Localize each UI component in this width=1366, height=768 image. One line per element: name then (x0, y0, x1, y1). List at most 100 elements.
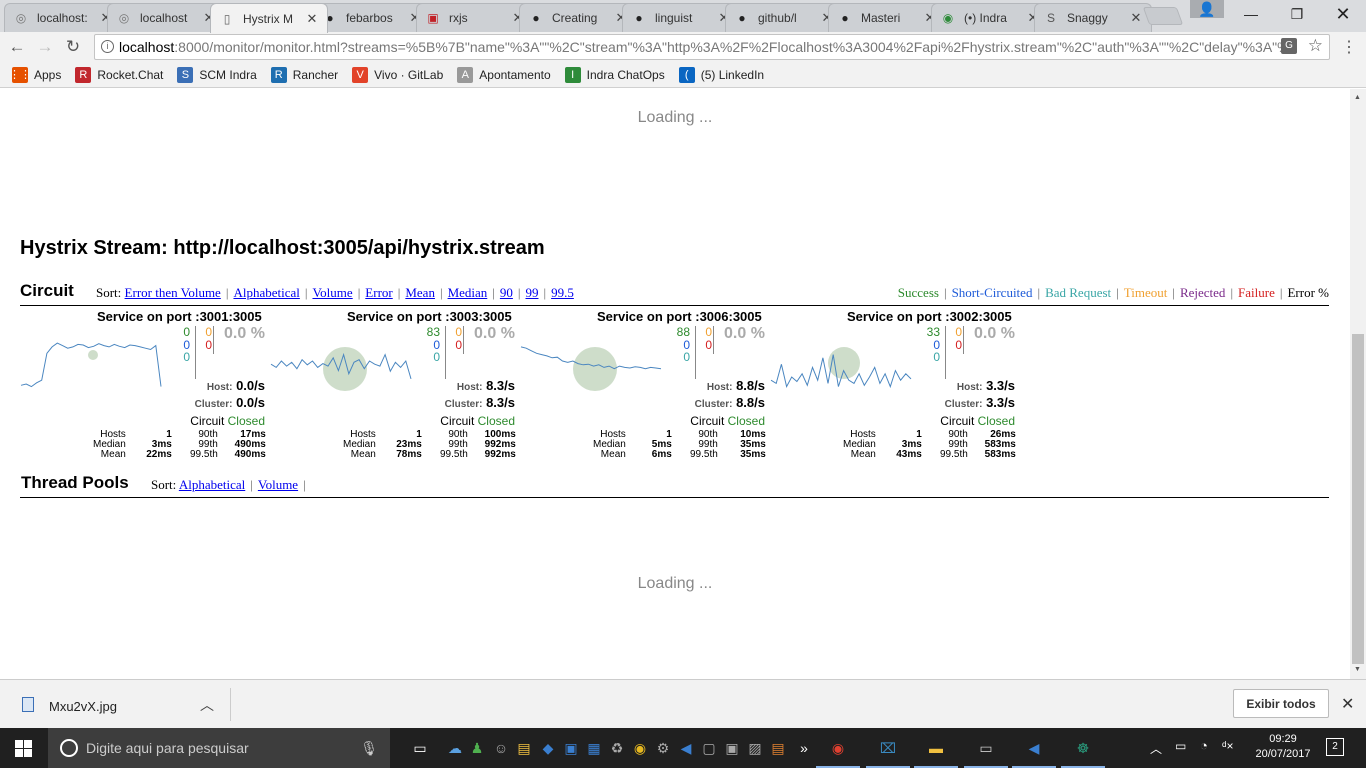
stat-value: 78ms (396, 449, 422, 460)
terminal-small-icon[interactable]: ▢ (697, 736, 721, 760)
overflow-chevron-icon[interactable]: » (792, 736, 816, 760)
user-icon[interactable]: ☺ (489, 736, 513, 760)
health-bubble[interactable] (88, 350, 98, 360)
network-icon[interactable]: ▦ (582, 736, 606, 760)
circuit-sparkline (20, 342, 162, 388)
url-path: :8000/monitor/monitor.html?streams=%5B%7… (174, 39, 1298, 55)
vscode-small-icon[interactable]: ◀ (674, 736, 698, 760)
code-editor-icon[interactable]: ⌧ (866, 736, 910, 768)
browser-tab[interactable]: ● linguist ✕ (622, 3, 740, 32)
rancher-icon: R (270, 66, 287, 83)
menu-kebab-icon[interactable]: ⋮ (1338, 36, 1360, 58)
cluster-rate-value: 3.3/s (986, 395, 1015, 410)
sort-link[interactable]: Alphabetical (233, 285, 299, 300)
circuit-divider (20, 305, 1329, 306)
sort-link[interactable]: Alphabetical (179, 477, 245, 492)
photo-icon[interactable]: ▨ (743, 736, 767, 760)
close-downloads-icon[interactable]: ✕ (1341, 694, 1354, 714)
sort-link[interactable]: Error then Volume (125, 285, 221, 300)
sort-link[interactable]: 99 (526, 285, 539, 300)
chrome-small-icon[interactable]: ◉ (628, 736, 652, 760)
show-all-downloads-button[interactable]: Exibir todos (1233, 689, 1329, 718)
browser-tab[interactable]: ◉ (•) Indra ✕ (931, 3, 1049, 32)
show-hidden-icons-icon[interactable]: ︿ (1150, 740, 1162, 757)
browser-tab[interactable]: ▣ rxjs ✕ (416, 3, 534, 32)
sort-link[interactable]: Volume (312, 285, 352, 300)
sort-link[interactable]: Mean (405, 285, 435, 300)
bookmark-star-icon[interactable]: ☆ (1308, 36, 1323, 56)
browser-tab[interactable]: ● febarbos ✕ (313, 3, 431, 32)
wifi-icon[interactable]: ◔ (1200, 738, 1208, 753)
visual-studio-code-icon[interactable]: ◀ (1012, 736, 1056, 768)
volume-icon[interactable]: ᵈ× (1222, 739, 1234, 753)
health-bubble[interactable] (323, 347, 367, 391)
app-icon[interactable]: ▤ (766, 736, 790, 760)
cmd-icon[interactable]: ▭ (964, 736, 1008, 768)
people-icon[interactable]: ♟ (465, 736, 489, 760)
browser-tab[interactable]: ● Creating ✕ (519, 3, 637, 32)
translate-icon[interactable]: G (1281, 38, 1297, 54)
bookmark-item[interactable]: ((5) LinkedIn (678, 66, 764, 83)
browser-tab[interactable]: ◎ localhost: ✕ (4, 3, 122, 32)
legend-separator: | (943, 285, 947, 300)
gitkraken-icon[interactable]: ☸ (1061, 736, 1105, 768)
sort-separator: | (304, 285, 308, 300)
clock-time: 09:29 (1269, 733, 1297, 745)
bookmark-item[interactable]: R Rancher (270, 66, 338, 83)
microphone-icon[interactable]: 🎙 (360, 740, 378, 757)
back-button[interactable]: ← (6, 36, 28, 58)
sort-link[interactable]: Error (365, 285, 392, 300)
bookmark-item[interactable]: ⋮⋮ Apps (9, 66, 61, 83)
screen-icon[interactable]: ▣ (720, 736, 744, 760)
bookmark-item[interactable]: A Apontamento (457, 66, 551, 83)
sort-link[interactable]: Volume (258, 477, 298, 492)
onedrive-icon[interactable]: ☁ (443, 736, 467, 760)
minimize-button[interactable]: — (1228, 0, 1274, 28)
browser-tab[interactable]: ▯ Hystrix M ✕ (210, 3, 328, 33)
bookmark-item[interactable]: S SCM Indra (177, 66, 257, 83)
host-label: Host: (456, 382, 483, 393)
bookmark-item[interactable]: R Rocket.Chat (75, 66, 163, 83)
health-bubble[interactable] (573, 347, 617, 391)
page-scrollbar[interactable]: ▲ ▼ (1350, 89, 1366, 679)
explorer-icon[interactable]: ▤ (512, 736, 536, 760)
sort-link[interactable]: Median (448, 285, 488, 300)
browser-tab[interactable]: ● github/l ✕ (725, 3, 843, 32)
bookmark-item[interactable]: I Indra ChatOps (564, 66, 665, 83)
reload-button[interactable]: ↻ (62, 36, 84, 58)
cloud-app-icon[interactable]: ◆ (536, 736, 560, 760)
scrollbar-thumb[interactable] (1352, 334, 1364, 664)
forward-button[interactable]: → (34, 36, 56, 58)
tab-close-icon[interactable]: ✕ (305, 11, 319, 27)
battery-icon[interactable]: ▭ (1175, 739, 1186, 753)
count-bad-request: 0 (433, 350, 440, 364)
windows-start-icon[interactable] (15, 740, 32, 757)
scroll-down-icon[interactable]: ▼ (1354, 666, 1361, 673)
sort-link[interactable]: 90 (500, 285, 513, 300)
info-icon[interactable]: i (101, 40, 114, 53)
health-bubble[interactable] (828, 347, 860, 379)
bookmark-item[interactable]: V Vivo · GitLab (352, 66, 443, 83)
chevron-up-icon[interactable]: ︿ (200, 695, 214, 715)
file-explorer-icon[interactable]: ▬ (914, 736, 958, 768)
task-view-icon[interactable]: ▭ (408, 736, 432, 760)
scroll-up-icon[interactable]: ▲ (1354, 94, 1361, 101)
tab-close-icon[interactable]: ✕ (1129, 10, 1143, 26)
maximize-button[interactable]: ❐ (1274, 0, 1320, 28)
taskbar-clock[interactable]: 09:29 20/07/2017 (1248, 732, 1318, 762)
sort-link[interactable]: 99.5 (551, 285, 574, 300)
remote-desktop-icon[interactable]: ▣ (559, 736, 583, 760)
action-center-icon[interactable]: 2 (1326, 738, 1344, 756)
chrome-icon[interactable]: ◉ (816, 736, 860, 768)
close-window-button[interactable]: ✕ (1320, 0, 1366, 28)
new-tab-button[interactable] (1142, 7, 1184, 25)
browser-tab[interactable]: S Snaggy ✕ (1034, 3, 1152, 32)
profile-icon[interactable]: 👤 (1190, 0, 1224, 18)
recycle-icon[interactable]: ♻ (605, 736, 629, 760)
browser-tab[interactable]: ● Masteri ✕ (828, 3, 946, 32)
taskbar-search-box[interactable]: Digite aqui para pesquisar 🎙 (48, 728, 390, 768)
address-bar[interactable]: i localhost:8000/monitor/monitor.html?st… (94, 34, 1330, 60)
browser-tab[interactable]: ◎ localhost ✕ (107, 3, 225, 32)
download-filename[interactable]: Mxu2vX.jpg (49, 699, 117, 714)
settings-icon[interactable]: ⚙ (651, 736, 675, 760)
